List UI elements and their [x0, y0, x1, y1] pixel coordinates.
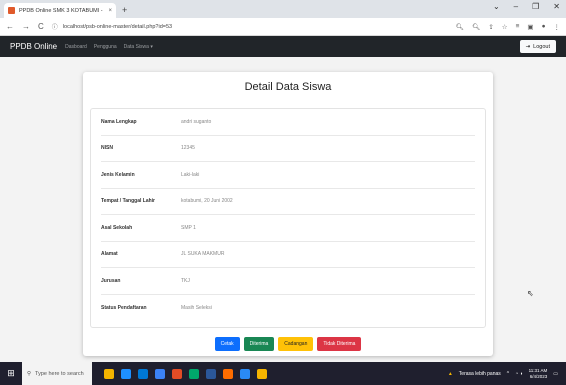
detail-table: Nama Lengkap andri suganto NISN 12345 Je…: [90, 108, 486, 328]
cadangan-button[interactable]: Cadangan: [278, 337, 314, 351]
url-input[interactable]: ⓘ localhost/psb-online-master/detail.php…: [52, 20, 456, 33]
tidak-diterima-button[interactable]: Tidak Diterima: [317, 337, 362, 351]
table-row: Asal Sekolah SMP 1: [101, 215, 475, 242]
detail-card: Detail Data Siswa Nama Lengkap andri sug…: [83, 72, 493, 356]
taskbar-app-icon[interactable]: [138, 368, 148, 379]
minimize-button[interactable]: –: [514, 2, 518, 11]
table-row: Alamat JL SUKA MAKMUR: [101, 242, 475, 268]
page-title: Detail Data Siswa: [244, 81, 332, 93]
row-label: Nama Lengkap: [101, 118, 137, 125]
logout-icon: ⇥: [525, 43, 531, 50]
row-label: Jurusan: [101, 277, 121, 284]
site-info-icon[interactable]: ⓘ: [52, 22, 58, 31]
bookmark-star-icon[interactable]: ☆: [502, 23, 508, 31]
browser-tab[interactable]: PPDB Online SMK 3 KOTABUMI - ×: [4, 3, 116, 18]
tray-chevron-icon[interactable]: ^: [507, 371, 509, 377]
zoom-out-icon[interactable]: 🔍︎: [456, 23, 464, 31]
nav-link-pengguna[interactable]: Pengguna: [94, 44, 117, 50]
row-label: Alamat: [101, 251, 118, 258]
table-row: Nama Lengkap andri suganto: [101, 109, 475, 136]
row-value: SMP 1: [181, 224, 196, 231]
network-volume-icon[interactable]: ◔ ◑: [515, 371, 522, 377]
diterima-button[interactable]: Diterima: [243, 337, 275, 351]
logout-button[interactable]: ⇥ Logout: [519, 40, 556, 53]
taskbar-app-icon[interactable]: [240, 368, 250, 379]
row-label: NISN: [101, 145, 113, 152]
restore-button[interactable]: ❐: [532, 2, 539, 11]
new-tab-button[interactable]: +: [122, 3, 127, 18]
system-tray: ▲ Terasa lebih panas ^ ◔ ◑ 11:31 AM 6/4/…: [448, 362, 558, 385]
row-value: Masih Seleksi: [181, 304, 212, 311]
tab-title: PPDB Online SMK 3 KOTABUMI -: [19, 7, 103, 14]
favicon-icon: [8, 7, 15, 14]
taskbar-apps: [104, 368, 267, 379]
reading-list-icon[interactable]: ≡: [516, 23, 520, 31]
windows-taskbar: ⊞ ⚲ Type here to search ▲ Terasa lebih p…: [0, 362, 566, 385]
row-value: Laki-laki: [181, 171, 200, 178]
brand-link[interactable]: PPDB Online: [10, 42, 57, 51]
taskbar-clock[interactable]: 11:31 AM 6/4/2023: [529, 368, 548, 380]
address-bar-icons: 🔍︎ 🔍︎ ⇪ ☆ ≡ ▣ ● ⋮: [456, 23, 560, 31]
address-bar-row: ← → C ⓘ localhost/psb-online-master/deta…: [0, 18, 566, 36]
taskbar-app-icon[interactable]: [104, 368, 114, 379]
app-navbar: PPDB Online Dasboard Pengguna Data Siswa…: [0, 36, 566, 57]
url-text: localhost/psb-online-master/detail.php?i…: [62, 23, 173, 30]
share-icon[interactable]: ⇪: [488, 23, 493, 31]
clock-time: 11:31 AM: [528, 367, 548, 373]
mouse-cursor-icon: ⇖: [527, 289, 534, 298]
tab-search-icon[interactable]: ⌄: [493, 2, 500, 11]
window-controls: ⌄ – ❐ ✕: [493, 2, 560, 11]
table-row: Jurusan TKJ: [101, 268, 475, 295]
taskbar-app-icon[interactable]: [121, 368, 131, 379]
row-value: 12345: [181, 145, 195, 152]
cetak-button[interactable]: Cetak: [214, 337, 240, 351]
windows-start-icon[interactable]: ⊞: [0, 362, 22, 385]
table-row: Jenis Kelamin Laki-laki: [101, 162, 475, 189]
zoom-in-icon[interactable]: 🔍︎: [472, 23, 480, 31]
row-value: JL SUKA MAKMUR: [181, 251, 225, 258]
taskbar-app-icon[interactable]: [189, 368, 199, 379]
weather-icon[interactable]: ▲: [448, 371, 453, 377]
menu-kebab-icon[interactable]: ⋮: [554, 23, 561, 31]
taskbar-app-icon[interactable]: [223, 368, 233, 379]
row-label: Status Pendaftaran: [101, 304, 147, 311]
reload-button[interactable]: C: [38, 22, 44, 31]
search-placeholder: Type here to search: [35, 370, 84, 377]
logout-label: Logout: [533, 43, 550, 50]
taskbar-app-icon[interactable]: [172, 368, 182, 379]
back-button[interactable]: ←: [6, 22, 14, 31]
row-value: kotabumi, 20 Juni 2002: [181, 198, 233, 205]
action-buttons: Cetak Diterima Cadangan Tidak Diterima: [83, 337, 493, 351]
table-row: Status Pendaftaran Masih Seleksi: [101, 295, 475, 322]
profile-icon[interactable]: ●: [542, 23, 546, 31]
row-label: Jenis Kelamin: [101, 171, 135, 178]
nav-link-dasboard[interactable]: Dasboard: [65, 44, 87, 50]
weather-text[interactable]: Terasa lebih panas: [459, 371, 501, 377]
table-row: Tempat / Tanggal Lahir kotabumi, 20 Juni…: [101, 189, 475, 215]
notification-icon[interactable]: ▭: [553, 371, 558, 377]
browser-tab-strip: PPDB Online SMK 3 KOTABUMI - × + ⌄ – ❐ ✕: [0, 0, 566, 18]
clock-date: 6/4/2023: [529, 373, 548, 379]
taskbar-app-icon[interactable]: [155, 368, 165, 379]
forward-button[interactable]: →: [22, 22, 30, 31]
row-value: TKJ: [181, 277, 190, 284]
search-icon: ⚲: [27, 370, 32, 377]
close-tab-icon[interactable]: ×: [108, 8, 112, 14]
taskbar-search-input[interactable]: ⚲ Type here to search: [22, 362, 92, 385]
row-label: Tempat / Tanggal Lahir: [101, 198, 155, 205]
nav-dropdown-data-siswa[interactable]: Data Siswa ▾: [124, 44, 153, 50]
taskbar-app-icon[interactable]: [206, 368, 216, 379]
side-panel-icon[interactable]: ▣: [527, 23, 533, 31]
close-window-button[interactable]: ✕: [553, 2, 560, 11]
taskbar-app-icon[interactable]: [257, 368, 267, 379]
page-content: Detail Data Siswa Nama Lengkap andri sug…: [0, 57, 566, 362]
row-label: Asal Sekolah: [101, 224, 133, 231]
row-value: andri suganto: [181, 118, 212, 125]
table-row: NISN 12345: [101, 136, 475, 162]
